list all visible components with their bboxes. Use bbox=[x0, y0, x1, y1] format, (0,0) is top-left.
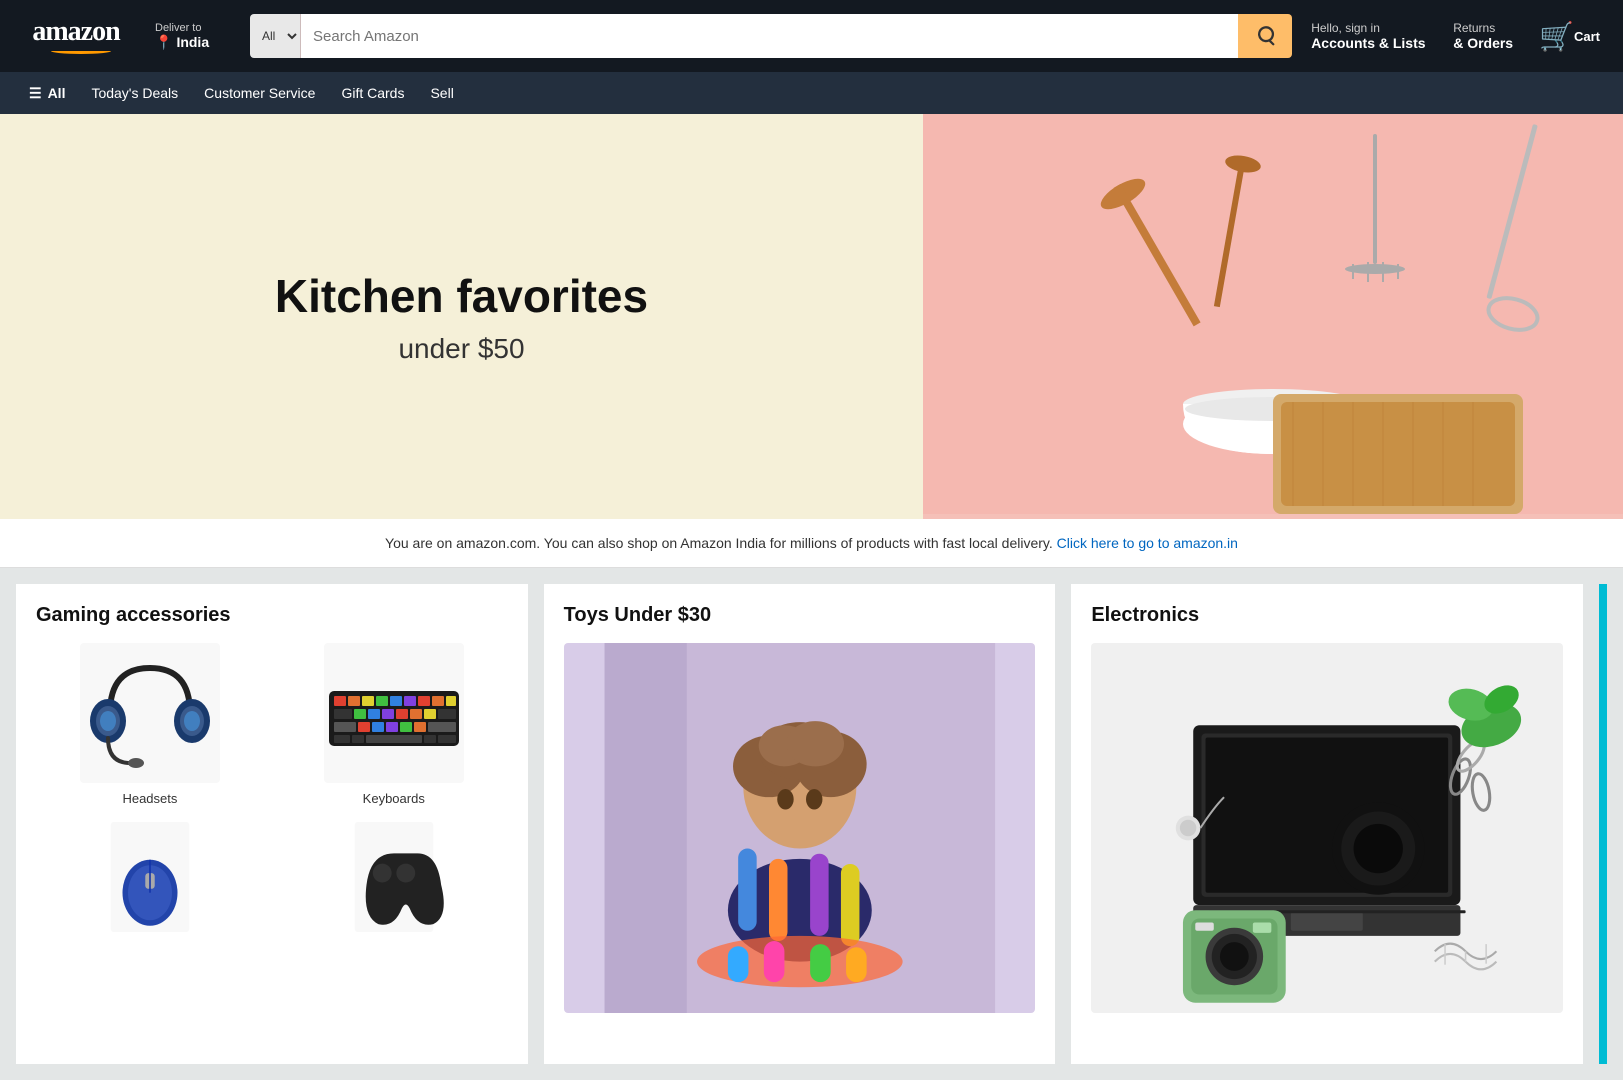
nav-sell[interactable]: Sell bbox=[417, 74, 466, 112]
info-bar: You are on amazon.com. You can also shop… bbox=[0, 519, 1623, 568]
headset-label: Headsets bbox=[122, 791, 177, 806]
returns-label: Returns bbox=[1453, 21, 1513, 35]
cart-label: Cart bbox=[1574, 29, 1600, 44]
nav-bar: ☰ All Today's Deals Customer Service Gif… bbox=[0, 72, 1623, 114]
scroll-indicator bbox=[1599, 584, 1607, 1064]
toys-card: Toys Under $30 bbox=[544, 584, 1056, 1064]
search-category-select[interactable]: All bbox=[250, 14, 301, 58]
hello-text: Hello, sign in bbox=[1311, 21, 1427, 35]
amazon-smile-icon bbox=[41, 46, 111, 54]
electronics-illustration bbox=[1091, 643, 1563, 1013]
orders-label: & Orders bbox=[1453, 35, 1513, 51]
hamburger-icon: ☰ bbox=[29, 85, 42, 102]
hero-subtitle: under $50 bbox=[398, 333, 524, 365]
kitchen-items-illustration bbox=[923, 114, 1623, 514]
deliver-location: 📍 India bbox=[155, 34, 231, 51]
amazon-india-link[interactable]: Click here to go to amazon.in bbox=[1057, 535, 1238, 551]
hero-image bbox=[923, 114, 1623, 519]
controller-item[interactable] bbox=[280, 822, 508, 932]
deliver-label: Deliver to bbox=[155, 22, 231, 34]
headset-image bbox=[80, 643, 220, 783]
toy-image-area[interactable] bbox=[564, 643, 1036, 1013]
search-button[interactable] bbox=[1238, 14, 1292, 58]
headset-item[interactable]: Headsets bbox=[36, 643, 264, 806]
search-icon bbox=[1254, 25, 1276, 47]
mouse-item[interactable] bbox=[36, 822, 264, 932]
location-pin-icon: 📍 bbox=[155, 34, 172, 51]
gaming-card-title: Gaming accessories bbox=[36, 604, 508, 627]
gaming-items-grid: Headsets bbox=[36, 643, 508, 932]
info-text: You are on amazon.com. You can also shop… bbox=[385, 535, 1057, 551]
header: amazon Deliver to 📍 India All Hello, sig… bbox=[0, 0, 1623, 72]
electronics-image-area[interactable] bbox=[1091, 643, 1563, 1013]
nav-all-label: All bbox=[48, 85, 66, 101]
deliver-to-area[interactable]: Deliver to 📍 India bbox=[148, 17, 238, 56]
logo-text: amazon bbox=[32, 18, 119, 46]
hero-banner[interactable]: Kitchen favorites under $50 bbox=[0, 114, 1623, 519]
keyboard-label: Keyboards bbox=[363, 791, 425, 806]
electronics-card-title: Electronics bbox=[1091, 604, 1563, 627]
controller-image bbox=[344, 822, 444, 932]
toy-image-illustration bbox=[564, 643, 1036, 1013]
search-bar: All bbox=[250, 14, 1292, 58]
product-grid: Gaming accessories bbox=[0, 568, 1623, 1080]
toys-card-title: Toys Under $30 bbox=[564, 604, 1036, 627]
returns-area[interactable]: Returns & Orders bbox=[1446, 16, 1520, 56]
nav-gift-cards[interactable]: Gift Cards bbox=[328, 74, 417, 112]
cart-area[interactable]: 🛒 Cart bbox=[1532, 15, 1607, 58]
account-area[interactable]: Hello, sign in Accounts & Lists bbox=[1304, 16, 1434, 56]
keyboard-image bbox=[324, 643, 464, 783]
hero-content: Kitchen favorites under $50 bbox=[0, 209, 923, 425]
hero-title: Kitchen favorites bbox=[275, 269, 648, 323]
mouse-image bbox=[100, 822, 200, 932]
electronics-card: Electronics bbox=[1071, 584, 1583, 1064]
nav-customer-service[interactable]: Customer Service bbox=[191, 74, 328, 112]
nav-todays-deals[interactable]: Today's Deals bbox=[78, 74, 191, 112]
cart-icon: 🛒 bbox=[1539, 20, 1574, 53]
accounts-lists-label: Accounts & Lists bbox=[1311, 35, 1427, 51]
amazon-logo[interactable]: amazon bbox=[16, 13, 136, 59]
search-input[interactable] bbox=[301, 14, 1238, 58]
nav-all-button[interactable]: ☰ All bbox=[16, 74, 78, 113]
keyboard-item[interactable]: Keyboards bbox=[280, 643, 508, 806]
gaming-card: Gaming accessories bbox=[16, 584, 528, 1064]
